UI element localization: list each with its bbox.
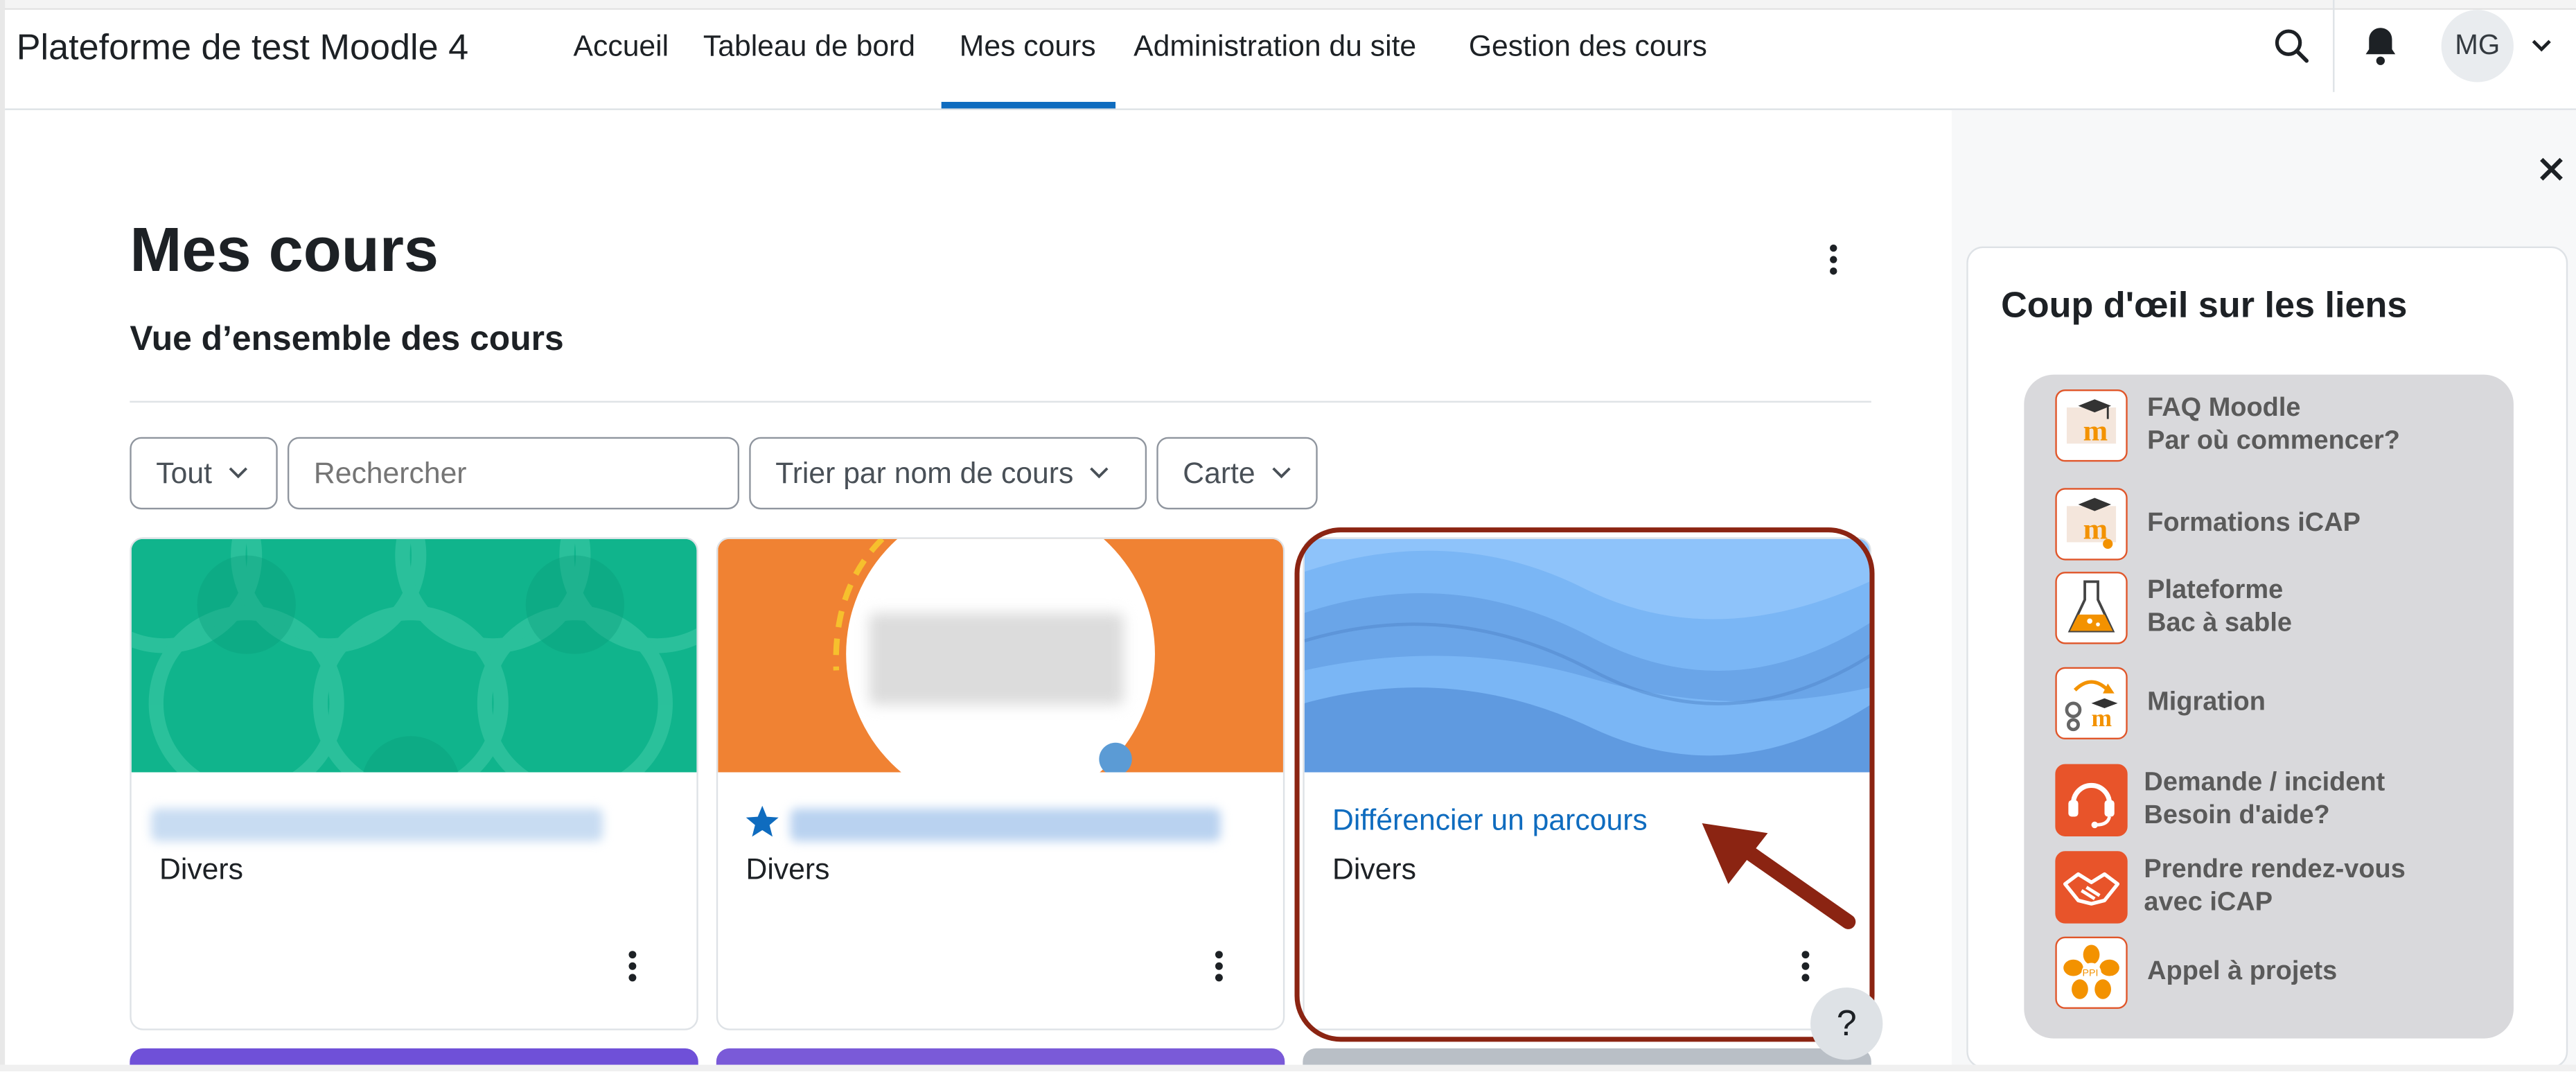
user-avatar[interactable]: MG <box>2441 10 2514 82</box>
search-icon[interactable] <box>2272 26 2311 66</box>
window-bottom-edge <box>0 1064 2576 1072</box>
sort-dropdown[interactable]: Trier par nom de cours <box>749 437 1147 510</box>
course-category: Divers <box>159 852 243 886</box>
grouping-filter-value: Tout <box>156 456 212 489</box>
nav-item-administration[interactable]: Administration du site <box>1133 30 1416 64</box>
view-mode-dropdown[interactable]: Carte <box>1156 437 1318 510</box>
link-label-line2: Bac à sable <box>2147 609 2292 638</box>
link-label-line2: Besoin d'aide? <box>2144 802 2330 830</box>
nav-item-accueil[interactable]: Accueil <box>574 30 669 64</box>
course-card[interactable]: Différencier un parcours Divers <box>1303 537 1871 1030</box>
nav-active-indicator <box>941 102 1116 109</box>
page-actions-kebab-icon[interactable] <box>1820 243 1846 279</box>
link-appel-a-projets[interactable]: PPI Appel à projets <box>2055 936 2338 1009</box>
link-demande-incident[interactable]: Demande / incident Besoin d'aide? <box>2055 764 2385 836</box>
headset-icon <box>2055 764 2128 836</box>
star-icon[interactable] <box>744 804 780 840</box>
nav-item-mes-cours[interactable]: Mes cours <box>960 30 1096 64</box>
link-label-line2: Par où commencer? <box>2147 427 2400 455</box>
course-card[interactable]: Divers <box>130 537 698 1030</box>
course-image[interactable] <box>131 538 698 773</box>
grouping-filter-dropdown[interactable]: Tout <box>130 437 278 510</box>
course-actions-kebab-icon[interactable] <box>1781 947 1830 990</box>
course-image[interactable] <box>1304 538 1871 773</box>
moodle-faq-icon: m <box>2055 389 2128 462</box>
link-label: Migration <box>2147 688 2266 717</box>
links-block-title: Coup d'œil sur les liens <box>2001 284 2408 326</box>
sort-value: Trier par nom de cours <box>775 456 1074 489</box>
block-course-overview-title: Vue d’ensemble des cours <box>130 320 564 358</box>
course-actions-kebab-icon[interactable] <box>1194 947 1244 990</box>
course-category: Divers <box>1332 852 1417 886</box>
svg-text:m: m <box>2083 414 2108 447</box>
window-left-edge <box>0 0 6 1072</box>
top-navbar: Plateforme de test Moodle 4 Accueil Tabl… <box>5 0 2576 110</box>
link-label: Appel à projets <box>2147 958 2338 986</box>
annotation-arrow-icon <box>1702 823 1856 929</box>
page-title: Mes cours <box>130 216 439 286</box>
link-label: Prendre rendez-vous <box>2144 856 2406 884</box>
migration-icon: m <box>2055 667 2128 740</box>
link-formations-icap[interactable]: m Formations iCAP <box>2055 488 2361 561</box>
nav-item-gestion-des-cours[interactable]: Gestion des cours <box>1469 30 1707 64</box>
chevron-down-icon <box>1272 467 1291 479</box>
chevron-down-icon <box>229 467 248 479</box>
flask-icon <box>2055 572 2128 644</box>
site-brand[interactable]: Plateforme de test Moodle 4 <box>17 26 468 69</box>
course-image[interactable] <box>718 538 1285 773</box>
help-button[interactable]: ? <box>1810 987 1883 1060</box>
course-title-link[interactable]: Différencier un parcours <box>1332 804 1648 838</box>
course-title-redacted[interactable] <box>790 808 1221 842</box>
course-category: Divers <box>746 852 830 886</box>
course-title-redacted[interactable] <box>151 808 603 842</box>
course-card[interactable]: Divers <box>716 537 1285 1030</box>
link-migration[interactable]: m Migration <box>2055 667 2266 740</box>
course-actions-kebab-icon[interactable] <box>608 947 657 990</box>
navbar-separator <box>2333 0 2335 92</box>
page-root: Plateforme de test Moodle 4 Accueil Tabl… <box>0 0 2576 1072</box>
section-divider <box>130 401 1871 403</box>
view-mode-value: Carte <box>1183 456 1255 489</box>
bell-icon[interactable] <box>2361 25 2400 68</box>
ppi-flower-icon: PPI <box>2055 936 2128 1009</box>
link-label: Demande / incident <box>2144 768 2385 798</box>
link-label: Formations iCAP <box>2147 509 2361 538</box>
nav-item-tableau-de-bord[interactable]: Tableau de bord <box>703 30 915 64</box>
avatar-initials: MG <box>2455 29 2500 61</box>
link-faq-moodle[interactable]: m FAQ Moodle Par où commencer? <box>2055 389 2400 462</box>
link-plateforme-bac-a-sable[interactable]: Plateforme Bac à sable <box>2055 572 2292 644</box>
svg-text:PPI: PPI <box>2082 967 2098 978</box>
user-menu-chevron-down-icon[interactable] <box>2530 38 2553 55</box>
moodle-training-icon: m <box>2055 488 2128 561</box>
svg-text:m: m <box>2092 704 2112 732</box>
link-label: FAQ Moodle <box>2147 394 2301 423</box>
chevron-down-icon <box>1091 467 1109 479</box>
help-button-label: ? <box>1836 1002 1857 1044</box>
link-label-line2: avec iCAP <box>2144 888 2273 917</box>
course-search-input[interactable] <box>287 437 740 510</box>
handshake-icon <box>2055 851 2128 924</box>
close-drawer-icon[interactable] <box>2533 151 2569 187</box>
link-prendre-rendez-vous[interactable]: Prendre rendez-vous avec iCAP <box>2055 851 2406 924</box>
window-top-edge <box>0 0 2576 10</box>
link-label: Plateforme <box>2147 577 2284 605</box>
